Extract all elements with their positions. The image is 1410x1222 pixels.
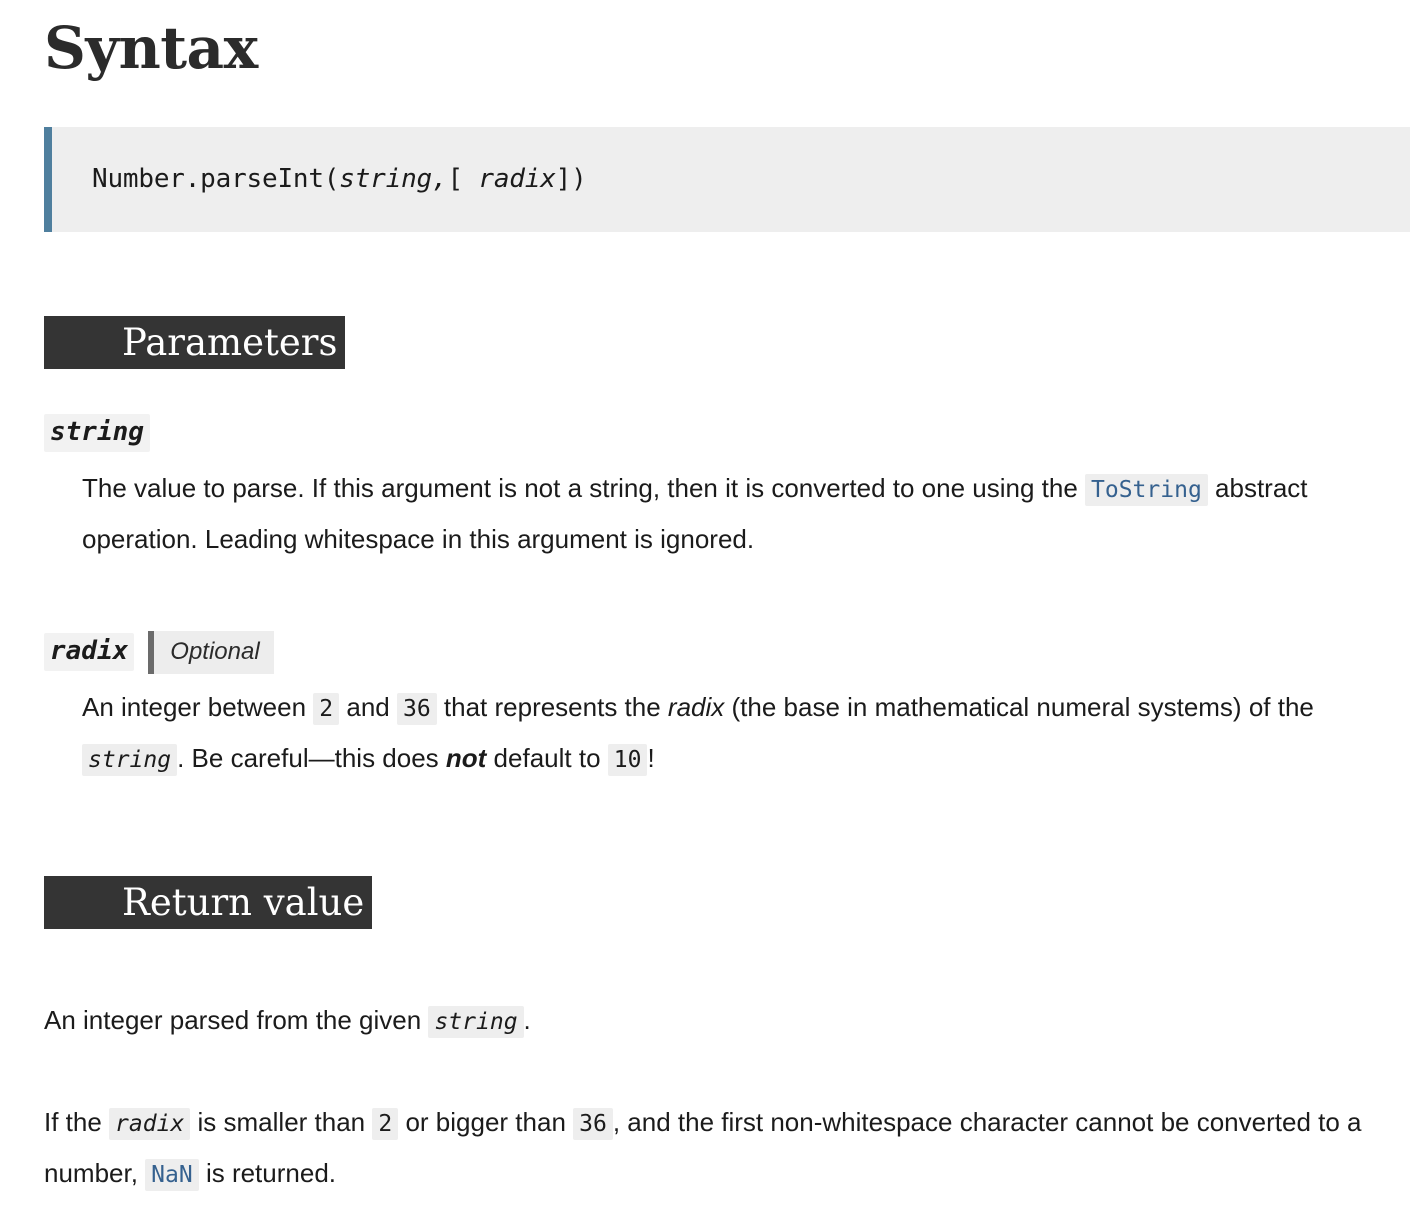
return-value-heading-wrap: Return value (44, 875, 1410, 929)
inline-code-36: 36 (573, 1108, 613, 1141)
article-body: Syntax Number.parseInt(string,[ radix]) … (0, 0, 1410, 1222)
inline-code-string: string (82, 743, 178, 776)
inline-code-tostring[interactable]: ToString (1085, 473, 1208, 506)
emphasis-radix: radix (667, 692, 725, 723)
desc-text-7: ! (647, 742, 655, 773)
desc-text-1: The value to parse. If this argument is … (82, 472, 1086, 503)
code-bracket-close: ]) (555, 164, 587, 195)
strong-not: not (445, 742, 487, 773)
section-heading-parameters: Parameters (44, 315, 346, 369)
inline-code-string: string (428, 1005, 524, 1038)
parameter-description-string: The value to parse. If this argument is … (0, 463, 1390, 564)
desc-text-6: default to (486, 742, 608, 773)
inline-code-36: 36 (396, 693, 437, 726)
code-param-string: string, (339, 164, 448, 195)
section-heading-return-value: Return value (44, 875, 373, 929)
parameter-term-radix: radix Optional (0, 630, 1410, 674)
parameters-definition-list: string The value to parse. If this argum… (0, 413, 1410, 784)
desc-text-5: . Be careful—this does (177, 742, 446, 773)
ret2-text-2: is smaller than (190, 1107, 373, 1138)
ret2-text-5: is returned. (198, 1158, 337, 1189)
code-param-radix: radix (478, 164, 556, 195)
ret1-text-1: An integer parsed from the given (44, 1004, 429, 1035)
parameter-name-string: string (44, 413, 150, 452)
syntax-code-block: Number.parseInt(string,[ radix]) (44, 126, 1410, 232)
inline-code-10: 10 (607, 743, 648, 776)
desc-text-4: (the base in mathematical numeral system… (724, 692, 1314, 723)
ret2-text-3: or bigger than (398, 1107, 574, 1138)
inline-code-2: 2 (372, 1108, 399, 1141)
page-title: Syntax (44, 14, 258, 82)
parameter-description-radix: An integer between 2 and 36 that represe… (0, 682, 1390, 783)
desc-text-1: An integer between (82, 692, 314, 723)
return-value-paragraph-2: If the radix is smaller than 2 or bigger… (0, 1097, 1410, 1198)
code-call-prefix: Number.parseInt( (92, 164, 340, 195)
ret1-text-2: . (523, 1004, 531, 1035)
optional-badge: Optional (148, 630, 274, 674)
desc-text-3: that represents the (436, 692, 668, 723)
inline-code-radix: radix (109, 1108, 191, 1141)
code-bracket-open: [ (447, 164, 479, 195)
inline-code-2: 2 (313, 693, 340, 726)
desc-text-2: and (339, 692, 397, 723)
return-value-paragraph-1: An integer parsed from the given string. (0, 995, 1410, 1046)
parameter-term-string: string (0, 413, 1410, 453)
parameter-name-radix: radix (44, 633, 135, 672)
syntax-code-text: Number.parseInt(string,[ radix]) (92, 164, 587, 194)
parameters-heading-wrap: Parameters (44, 315, 1410, 369)
ret2-text-1: If the (44, 1107, 110, 1138)
inline-code-nan[interactable]: NaN (145, 1159, 199, 1192)
